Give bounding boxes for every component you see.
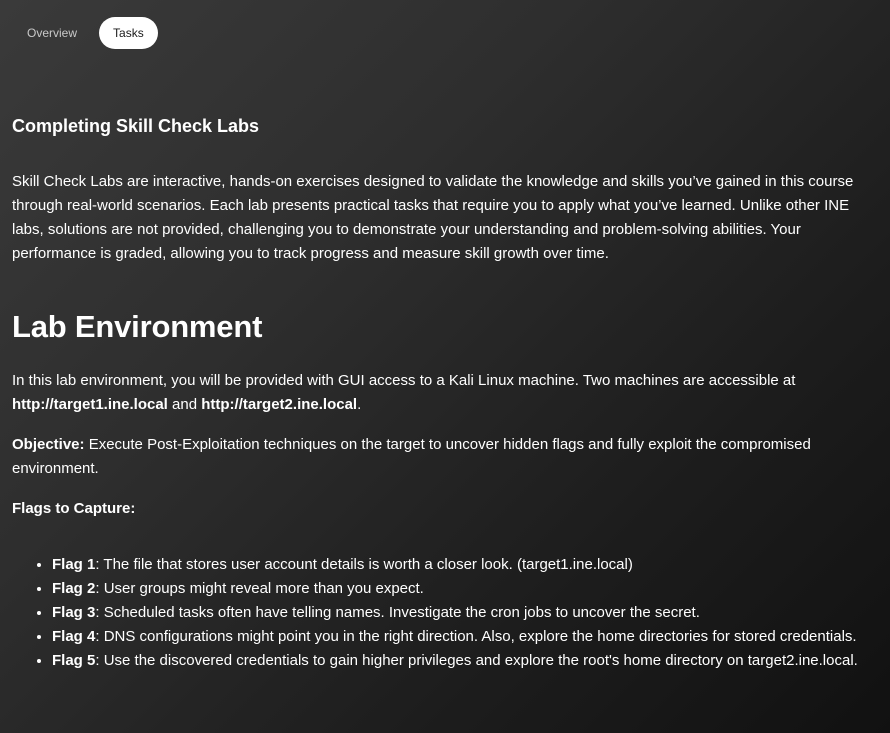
and-text: and — [167, 395, 202, 413]
list-item-flag-1: Flag 1: The file that stores user accoun… — [52, 553, 878, 577]
lab-environment-heading: Lab Environment — [12, 308, 263, 344]
flag-label: Flag 1 — [52, 555, 96, 573]
lab-instructions-page: Overview Tasks Completing Skill Check La… — [0, 0, 890, 733]
flag-label: Flag 2 — [52, 579, 96, 597]
flag-text: : Use the discovered credentials to gain… — [95, 651, 858, 669]
section-title: Completing Skill Check Labs — [12, 116, 260, 136]
flags-title: Flags to Capture: — [12, 497, 878, 521]
flag-label: Flag 3 — [52, 603, 96, 621]
list-item-flag-5: Flag 5: Use the discovered credentials t… — [52, 649, 878, 673]
tab-bar: Overview Tasks — [12, 0, 878, 66]
objective-paragraph: Objective: Execute Post-Exploitation tec… — [12, 433, 878, 481]
environment-paragraph: In this lab environment, you will be pro… — [12, 369, 878, 417]
flag-text: : User groups might reveal more than you… — [95, 579, 424, 597]
intro-paragraph: Skill Check Labs are interactive, hands-… — [12, 172, 854, 262]
list-item-flag-4: Flag 4: DNS configurations might point y… — [52, 625, 878, 649]
target1-url: http://target1.ine.local — [12, 395, 168, 413]
flag-label: Flag 4 — [52, 627, 96, 645]
environment-text: In this lab environment, you will be pro… — [12, 371, 796, 389]
objective-label: Objective: — [12, 435, 85, 453]
tab-tasks[interactable]: Tasks — [99, 17, 158, 49]
list-item-flag-3: Flag 3: Scheduled tasks often have telli… — [52, 601, 878, 625]
flag-text: : Scheduled tasks often have telling nam… — [95, 603, 700, 621]
tab-overview[interactable]: Overview — [15, 19, 89, 47]
flag-text: : DNS configurations might point you in … — [95, 627, 857, 645]
period-text: . — [357, 395, 362, 413]
flags-title-label: Flags to Capture: — [12, 499, 136, 517]
flag-label: Flag 5 — [52, 651, 96, 669]
flag-text: : The file that stores user account deta… — [95, 555, 633, 573]
objective-text: Execute Post-Exploitation techniques on … — [12, 435, 811, 477]
target2-url: http://target2.ine.local — [201, 395, 358, 413]
list-item-flag-2: Flag 2: User groups might reveal more th… — [52, 577, 878, 601]
flags-list: Flag 1: The file that stores user accoun… — [12, 553, 878, 673]
